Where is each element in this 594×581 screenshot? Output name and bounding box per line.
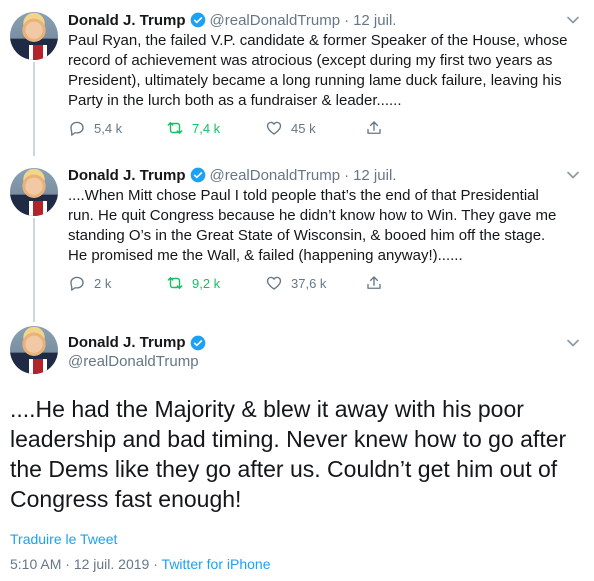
tweet-time[interactable]: 5:10 AM: [10, 556, 61, 572]
main-tweet: Donald J. Trump @realDonaldTrump ....He …: [0, 0, 594, 581]
separator: ·: [153, 556, 158, 572]
tweet-source-link[interactable]: Twitter for iPhone: [162, 556, 271, 572]
tweet-full-date[interactable]: 12 juil. 2019: [74, 556, 150, 572]
separator: ·: [65, 556, 70, 572]
main-tweet-text: ....He had the Majority & blew it away w…: [10, 396, 567, 512]
author-handle[interactable]: @realDonaldTrump: [68, 353, 199, 370]
translate-tweet-link[interactable]: Traduire le Tweet: [10, 531, 117, 547]
avatar[interactable]: [10, 326, 58, 374]
chevron-down-icon[interactable]: [566, 336, 580, 350]
verified-badge-icon: [190, 335, 205, 350]
main-tweet-author: Donald J. Trump: [68, 334, 210, 351]
author-name[interactable]: Donald J. Trump: [68, 334, 186, 351]
tweet-metadata: 5:10 AM · 12 juil. 2019 · Twitter for iP…: [10, 556, 270, 572]
